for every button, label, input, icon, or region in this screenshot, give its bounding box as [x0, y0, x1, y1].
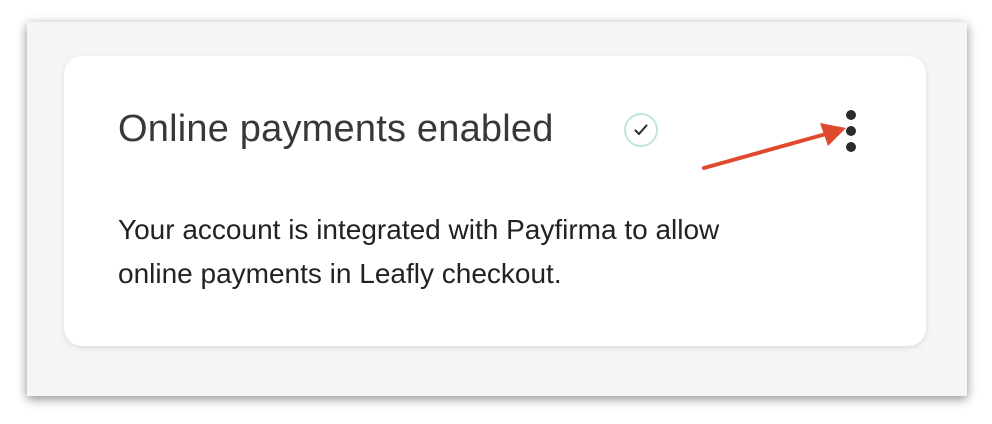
more-vertical-icon: [846, 110, 856, 120]
description-line-1: Your account is integrated with Payfirma…: [118, 214, 720, 245]
description-line-2: online payments in Leafly checkout.: [118, 258, 562, 289]
more-vertical-icon-dot: [846, 126, 856, 136]
panel-frame: Online payments enabled Your account is …: [27, 22, 967, 396]
card-description: Your account is integrated with Payfirma…: [118, 208, 878, 296]
check-circle-icon: [624, 113, 658, 147]
card-title: Online payments enabled: [118, 108, 554, 150]
online-payments-card: Online payments enabled Your account is …: [64, 56, 926, 346]
more-vertical-icon-dot: [846, 142, 856, 152]
more-options-button[interactable]: [834, 108, 870, 154]
checkmark-icon: [634, 124, 648, 135]
